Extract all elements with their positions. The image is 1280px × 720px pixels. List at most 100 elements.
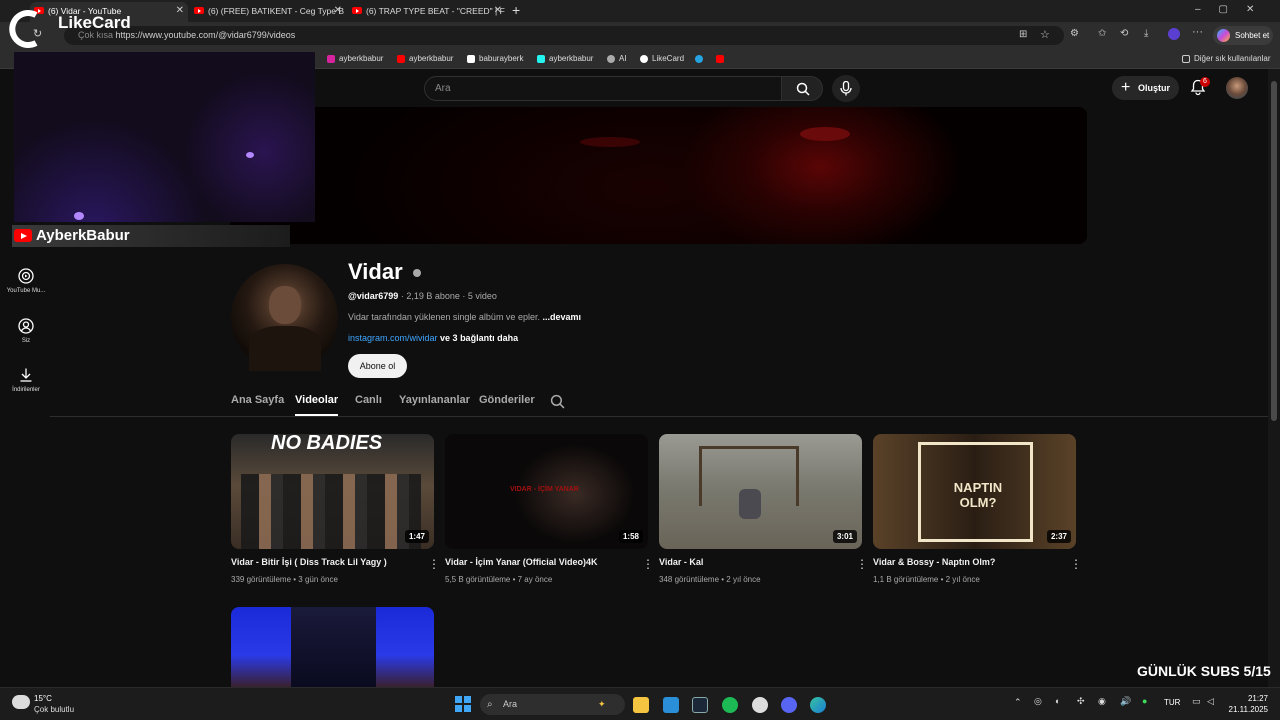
tab-posts[interactable]: Gönderiler bbox=[479, 394, 535, 406]
channel-search-icon[interactable] bbox=[550, 394, 565, 409]
photos-icon[interactable] bbox=[663, 697, 679, 713]
more-menu-icon[interactable]: ··· bbox=[1192, 26, 1203, 38]
channel-description[interactable]: Vidar tarafından yüklenen single albüm v… bbox=[348, 312, 581, 322]
close-tab-icon[interactable]: ✕ bbox=[334, 2, 342, 20]
description-more-link[interactable]: ...devamı bbox=[542, 312, 581, 322]
video-thumbnail[interactable] bbox=[231, 607, 434, 687]
taskbar: 15°C Çok bulutlu ⌕ Ara ✦ ⌃ ◎ ◐ ✣ ◉ 🔊 ● T… bbox=[0, 687, 1280, 720]
history-icon[interactable]: ⟲ bbox=[1120, 28, 1128, 39]
other-bookmarks[interactable]: Diğer sık kullanılanlar bbox=[1182, 49, 1270, 69]
voice-search-button[interactable] bbox=[832, 75, 860, 102]
video-thumbnail[interactable]: NO BADIES 1:47 bbox=[231, 434, 434, 549]
file-explorer-icon[interactable] bbox=[633, 697, 649, 713]
video-title[interactable]: Vidar - Bitir İşi ( Diss Track Lil Yagy … bbox=[231, 557, 411, 567]
channel-name: Vidar bbox=[348, 259, 421, 285]
video-title[interactable]: Vidar - İçim Yanar (Official Video)4K bbox=[445, 557, 625, 567]
tray-app-icon[interactable]: ✣ bbox=[1077, 696, 1085, 707]
app-available-icon[interactable]: ⊞ bbox=[1019, 29, 1027, 40]
video-thumbnail[interactable]: NAPTIN OLM? 2:37 bbox=[873, 434, 1076, 549]
video-options-icon[interactable]: ⋮ bbox=[856, 558, 868, 572]
video-options-icon[interactable]: ⋮ bbox=[642, 558, 654, 572]
tray-app-icon[interactable]: ◎ bbox=[1034, 696, 1042, 707]
close-tab-icon[interactable]: ✕ bbox=[176, 2, 184, 20]
video-thumbnail[interactable]: 3:01 bbox=[659, 434, 862, 549]
channel-stats: · 2,19 B abone · 5 video bbox=[400, 291, 497, 301]
speaker-icon[interactable]: ◁ bbox=[1207, 696, 1214, 707]
video-age: 2 yıl önce bbox=[726, 575, 761, 584]
edge-icon[interactable] bbox=[810, 697, 826, 713]
bookmark-label: AI bbox=[619, 54, 627, 63]
browser-tab-3[interactable]: (6) TRAP TYPE BEAT - "CREED" | F ✕ bbox=[348, 2, 506, 22]
scrollbar-thumb[interactable] bbox=[1271, 81, 1277, 421]
profile-icon[interactable] bbox=[1168, 28, 1180, 40]
video-title[interactable]: Vidar - Kal bbox=[659, 557, 839, 567]
tab-title: (6) (FREE) BATIKENT - Ceg Type B bbox=[208, 6, 345, 16]
tray-volume-icon[interactable]: 🔊 bbox=[1120, 696, 1131, 707]
page-scrollbar[interactable] bbox=[1268, 69, 1280, 687]
tray-mic-icon[interactable]: ● bbox=[1142, 696, 1147, 706]
favorites-icon[interactable]: ✩ bbox=[1098, 28, 1106, 39]
tray-chevron-icon[interactable]: ⌃ bbox=[1014, 697, 1022, 708]
video-thumbnail[interactable]: VIDAR - İÇİM YANAR 1:58 bbox=[445, 434, 648, 549]
taskbar-search[interactable]: ⌕ Ara ✦ bbox=[480, 694, 625, 715]
bookmark-item[interactable]: ayberkbabur bbox=[397, 49, 453, 69]
mic-icon bbox=[840, 81, 852, 96]
sidebar-item-youtube-music[interactable]: YouTube Mu... bbox=[0, 268, 52, 294]
likecard-label: LikeCard bbox=[58, 13, 131, 32]
spotify-icon[interactable] bbox=[722, 697, 738, 713]
discord-icon[interactable] bbox=[781, 697, 797, 713]
bookmark-item[interactable]: ayberkbabur bbox=[327, 49, 383, 69]
tray-steam-icon[interactable]: ◉ bbox=[1098, 696, 1106, 707]
tab-published[interactable]: Yayınlananlar bbox=[399, 394, 470, 406]
create-button[interactable]: + Oluştur bbox=[1112, 76, 1179, 100]
bookmark-item[interactable]: AI bbox=[607, 49, 627, 69]
tab-home[interactable]: Ana Sayfa bbox=[231, 394, 284, 406]
steam-icon[interactable] bbox=[692, 697, 708, 713]
window-controls[interactable]: –▢✕ bbox=[1195, 4, 1272, 15]
sidebar-item-you[interactable]: Siz bbox=[0, 318, 52, 344]
tab-live[interactable]: Canlı bbox=[355, 394, 382, 406]
channel-avatar[interactable] bbox=[231, 264, 338, 371]
more-links[interactable]: ve 3 bağlantı daha bbox=[440, 333, 518, 343]
downloads-icon[interactable]: ⤓ bbox=[1144, 28, 1148, 39]
extensions-icon[interactable]: ⚙ bbox=[1070, 28, 1079, 39]
bookmark-item[interactable]: ayberkbabur bbox=[537, 49, 593, 69]
tray-app-icon[interactable]: ◐ bbox=[1055, 696, 1060, 706]
network-icon[interactable]: ▭ bbox=[1192, 696, 1201, 707]
youtube-favicon-icon bbox=[194, 7, 204, 14]
search-input[interactable]: Ara bbox=[424, 76, 782, 101]
clock-date[interactable]: 21.11.2025 bbox=[1224, 705, 1268, 714]
url-field[interactable]: Çok kısa https://www.youtube.com/@vidar6… bbox=[64, 26, 1064, 45]
obs-icon[interactable] bbox=[752, 697, 768, 713]
new-tab-button[interactable]: + bbox=[512, 2, 520, 18]
tab-title: (6) TRAP TYPE BEAT - "CREED" | F bbox=[366, 6, 505, 16]
subs-goal-overlay: GÜNLÜK SUBS 5/15 bbox=[1137, 663, 1271, 679]
subscribe-button[interactable]: Abone ol bbox=[348, 354, 407, 378]
account-avatar[interactable] bbox=[1226, 77, 1248, 99]
clock-time[interactable]: 21:27 bbox=[1230, 694, 1268, 703]
start-button[interactable] bbox=[455, 696, 471, 712]
bookmark-item[interactable]: baburayberk bbox=[467, 49, 523, 69]
tab-videos[interactable]: Videolar bbox=[295, 394, 339, 416]
video-options-icon[interactable]: ⋮ bbox=[428, 558, 440, 572]
weather-cloud-icon[interactable] bbox=[12, 695, 30, 709]
video-title[interactable]: Vidar & Bossy - Naptın Olm? bbox=[873, 557, 1053, 567]
webcam-light bbox=[246, 152, 254, 158]
favorite-star-icon[interactable]: ☆ bbox=[1040, 28, 1050, 41]
search-button[interactable] bbox=[781, 76, 823, 101]
bookmark-youtube[interactable] bbox=[716, 49, 728, 69]
notifications-button[interactable]: 6 bbox=[1190, 77, 1210, 101]
video-options-icon[interactable]: ⋮ bbox=[1070, 558, 1082, 572]
user-icon bbox=[18, 318, 34, 334]
sidebar-item-downloads[interactable]: İndirilenler bbox=[0, 367, 52, 393]
close-tab-icon[interactable]: ✕ bbox=[494, 2, 502, 20]
copilot-chat-button[interactable]: Sohbet et bbox=[1213, 26, 1273, 45]
bookmark-cloud[interactable] bbox=[695, 49, 707, 69]
channel-link[interactable]: instagram.com/wividar bbox=[348, 333, 438, 343]
weather-temp[interactable]: 15°C bbox=[34, 694, 52, 703]
browser-tab-2[interactable]: (6) (FREE) BATIKENT - Ceg Type B ✕ bbox=[190, 2, 346, 22]
weather-desc[interactable]: Çok bulutlu bbox=[34, 705, 74, 714]
language-indicator[interactable]: TUR bbox=[1164, 698, 1180, 707]
youtube-icon bbox=[397, 55, 405, 63]
bookmark-item[interactable]: LikeCard bbox=[640, 49, 684, 69]
